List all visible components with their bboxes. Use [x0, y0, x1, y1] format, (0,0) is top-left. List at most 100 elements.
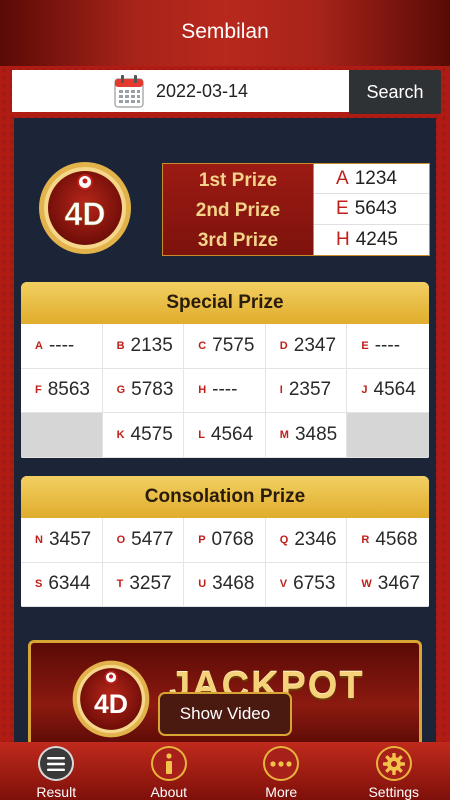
cell-number: 2346 [294, 528, 337, 550]
cell-letter: W [361, 578, 372, 591]
tab-more[interactable]: More [225, 742, 337, 800]
cell-letter: M [279, 428, 289, 441]
cell-number: 3485 [294, 423, 338, 445]
prize-label: 3rd Prize [197, 230, 279, 251]
cell-letter: J [361, 384, 368, 397]
prize-cell: N 3457 [21, 518, 103, 563]
app-header: Sembilan [0, 0, 450, 66]
prize-value-row: E 5643 [314, 194, 429, 225]
prize-label: 2nd Prize [195, 200, 281, 221]
prize-cell: W 3467 [347, 562, 429, 607]
prize-cell: P 0768 [184, 518, 266, 563]
cell-number: 7575 [212, 334, 255, 356]
prize-cell: T 3257 [102, 562, 185, 607]
cell-letter: F [35, 384, 42, 397]
prize-cell: Q 2346 [265, 518, 348, 563]
prize-cell: J 4564 [347, 368, 429, 413]
prize-cell: D 2347 [265, 324, 348, 369]
cell-letter: S [35, 578, 43, 591]
cell-letter: O [116, 533, 126, 546]
gear-icon [375, 746, 412, 781]
prize-number: 4245 [355, 228, 399, 250]
special-prize-grid: A ---- B 2135 C 7575 D 2347 E ---- F 8563 G 578… [21, 324, 429, 458]
cell-letter: D [279, 339, 288, 352]
prize-values: A 1234 E 5643 H 4245 [314, 163, 430, 256]
cell-letter: T [116, 578, 124, 591]
cell-number: 4575 [130, 423, 173, 445]
cell-letter: B [116, 339, 125, 352]
tab-about[interactable]: About [113, 742, 225, 800]
prize-label: 1st Prize [198, 170, 278, 191]
tab-label: Settings [368, 784, 420, 800]
cell-number: ---- [374, 334, 401, 356]
prize-value-row: A 1234 [314, 164, 429, 195]
prize-cell: V 6753 [265, 562, 348, 607]
cell-number: 6344 [48, 573, 91, 595]
cell-letter: L [198, 428, 205, 441]
tab-label: More [265, 784, 298, 800]
cell-letter: V [279, 578, 288, 591]
tab-settings[interactable]: Settings [338, 742, 450, 800]
cell-number: 2347 [293, 334, 337, 356]
date-picker[interactable]: 2022-03-14 [12, 70, 350, 112]
cell-number: 6753 [293, 573, 336, 595]
prize-cell: C 7575 [184, 324, 266, 369]
prize-letter: E [336, 197, 349, 219]
cell-letter: E [361, 339, 369, 352]
prize-letter: H [336, 228, 350, 250]
consolation-prize-title: Consolation Prize [21, 476, 429, 518]
tab-result[interactable]: Result [0, 742, 112, 800]
cell-letter: R [361, 533, 370, 546]
consolation-prize-grid: N 3457 O 5477 P 0768 Q 2346 R 4568 S 6344 T 325… [21, 518, 429, 607]
cell-number: 2357 [288, 379, 332, 401]
cell-letter: G [116, 384, 126, 397]
cell-letter: H [198, 384, 207, 397]
prize-cell: I 2357 [265, 368, 348, 413]
cell-letter: I [279, 384, 283, 397]
special-prize-panel: Special Prize A ---- B 2135 C 7575 D 2347 E-… [21, 282, 429, 458]
cell-number: 2135 [130, 334, 173, 356]
show-video-button[interactable]: Show Video [158, 692, 292, 736]
cell-letter: P [198, 533, 206, 546]
consolation-prize-panel: Consolation Prize N 3457 O 5477 P 0768 Q 234… [21, 476, 429, 607]
more-icon [263, 746, 300, 781]
jackpot-logo-text: 4D [94, 689, 128, 719]
page-title: Sembilan [181, 20, 269, 43]
cell-number: 5477 [131, 528, 174, 550]
prize-letter: A [336, 167, 349, 189]
prize-cell: K 4575 [102, 413, 185, 458]
prize-cell: G 5783 [102, 368, 185, 413]
search-button[interactable]: Search [349, 70, 441, 114]
cell-letter: A [35, 339, 43, 352]
prize-cell: O 5477 [102, 518, 185, 563]
logo-text: 4D [65, 196, 106, 232]
cell-number: 5783 [131, 379, 174, 401]
bottom-tab-bar: Result About More Settings [0, 742, 450, 800]
cell-number: 3257 [129, 573, 172, 595]
special-prize-title: Special Prize [21, 282, 429, 324]
empty-cell [21, 413, 103, 458]
prize-cell: B 2135 [102, 324, 185, 369]
tab-label: Result [36, 784, 77, 800]
cell-letter: K [116, 428, 125, 441]
4d-logo: 4D [37, 160, 133, 256]
prize-cell: L 4564 [184, 413, 266, 458]
cell-number: ---- [212, 379, 238, 401]
prize-cell: M 3485 [265, 413, 348, 458]
prize-cell: R 4568 [347, 518, 429, 563]
prize-cell: F 8563 [21, 368, 103, 413]
cell-number: 3468 [212, 573, 255, 595]
prize-cell: U 3468 [184, 562, 266, 607]
list-icon [38, 746, 75, 781]
cell-letter: N [35, 533, 43, 546]
info-icon [150, 746, 187, 781]
top-prizes-table: 1st Prize 2nd Prize 3rd Prize A 1234 E 5… [162, 163, 430, 256]
cell-letter: Q [279, 533, 289, 546]
cell-number: 3467 [377, 573, 421, 595]
cell-number: ---- [48, 334, 75, 356]
cell-number: 0768 [211, 528, 254, 550]
prize-cell: E ---- [347, 324, 429, 369]
jackpot-4d-logo: 4D [71, 659, 151, 739]
tab-label: About [150, 784, 188, 800]
cell-letter: U [198, 578, 207, 591]
